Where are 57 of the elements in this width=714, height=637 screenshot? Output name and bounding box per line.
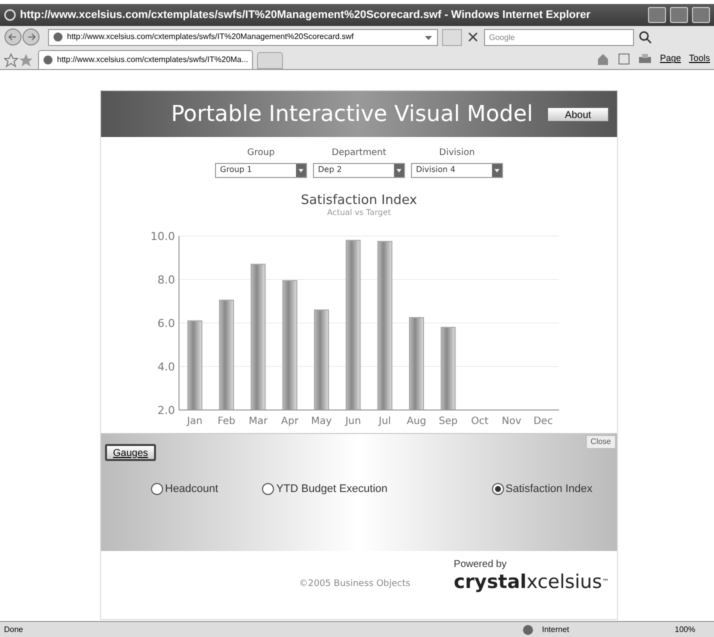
- copyright-text: ©2005 Business Objects: [299, 578, 410, 591]
- close-button[interactable]: [692, 7, 710, 23]
- axis-tick-label: May: [311, 416, 332, 426]
- dropdown[interactable]: Dep 2: [313, 162, 405, 178]
- radio-button[interactable]: [492, 482, 504, 495]
- close-button[interactable]: Close: [586, 436, 615, 448]
- axis-tick-label: Jan: [187, 416, 203, 426]
- browser-icon: [4, 9, 16, 21]
- axis-tick-label: Nov: [502, 416, 522, 426]
- command-button[interactable]: Page: [660, 52, 681, 66]
- filter-label: Group: [247, 147, 275, 160]
- radio-option[interactable]: Satisfaction Index: [492, 480, 592, 497]
- zoom-button[interactable]: 100%: [660, 624, 710, 636]
- printer-icon[interactable]: [638, 53, 652, 65]
- axis-tick-label: Feb: [218, 416, 236, 426]
- radio-option[interactable]: YTD Budget Execution: [262, 480, 388, 497]
- radio-button[interactable]: [151, 482, 163, 495]
- status-text: Done: [4, 624, 24, 636]
- feed-icon[interactable]: [618, 53, 630, 65]
- command-button[interactable]: Tools: [688, 52, 710, 66]
- favorites-star-icon[interactable]: [4, 53, 34, 69]
- dropdown[interactable]: Division 4: [411, 162, 503, 178]
- model-title: Portable Interactive Visual Model: [171, 100, 533, 128]
- search-field[interactable]: Google: [484, 28, 634, 46]
- stop-icon[interactable]: [466, 30, 480, 44]
- axis-tick-label: Apr: [281, 416, 298, 426]
- chart-subtitle: Actual vs Target: [326, 208, 392, 218]
- gauges-button[interactable]: Gauges: [105, 444, 156, 460]
- axis-tick-label: Oct: [471, 416, 488, 426]
- axis-tick-label: Jun: [345, 416, 361, 426]
- axis-tick-label: Sep: [438, 416, 458, 426]
- search-icon[interactable]: [638, 30, 652, 44]
- axis-tick-label: Dec: [533, 416, 553, 426]
- radio-button[interactable]: [262, 482, 274, 495]
- about-button[interactable]: About: [547, 106, 609, 122]
- dropdown[interactable]: Group 1: [215, 162, 307, 178]
- filter-label: Department: [332, 147, 386, 160]
- chart-title: Satisfaction Index: [300, 194, 418, 208]
- axis-tick-label: 6.0: [158, 316, 175, 330]
- powered-by-text: Powered by: [454, 558, 507, 572]
- home-icon[interactable]: [596, 52, 610, 66]
- address-text: http://www.xcelsius.com/cxtemplates/swfs/IT%20Management%20Scorecard.swf: [67, 31, 355, 43]
- axis-tick-label: Mar: [248, 416, 268, 426]
- axis-tick-label: Jul: [378, 416, 391, 426]
- axis-tick-label: Aug: [406, 416, 426, 426]
- filter-label: Division: [439, 147, 475, 160]
- radio-option[interactable]: Headcount: [151, 480, 218, 497]
- axis-tick-label: 8.0: [158, 273, 175, 286]
- minimize-button[interactable]: [648, 7, 666, 23]
- window-title: http://www.xcelsius.com/cxtemplates/swfs/IT%20Management%20Scorecard.swf - Windows Internet Explorer: [20, 8, 592, 23]
- axis-tick-label: 2.0: [158, 404, 175, 416]
- axis-tick-label: 4.0: [158, 360, 175, 373]
- axis-tick-label: 10.0: [150, 230, 175, 242]
- address-field[interactable]: http://www.xcelsius.com/cxtemplates/swfs/IT%20Management%20Scorecard.swf: [48, 28, 438, 46]
- maximize-button[interactable]: [670, 7, 688, 23]
- browser-tab[interactable]: http://www.xcelsius.com/cxtemplates/swfs/IT%20Ma...: [38, 50, 254, 69]
- zone-text: Internet: [542, 624, 570, 636]
